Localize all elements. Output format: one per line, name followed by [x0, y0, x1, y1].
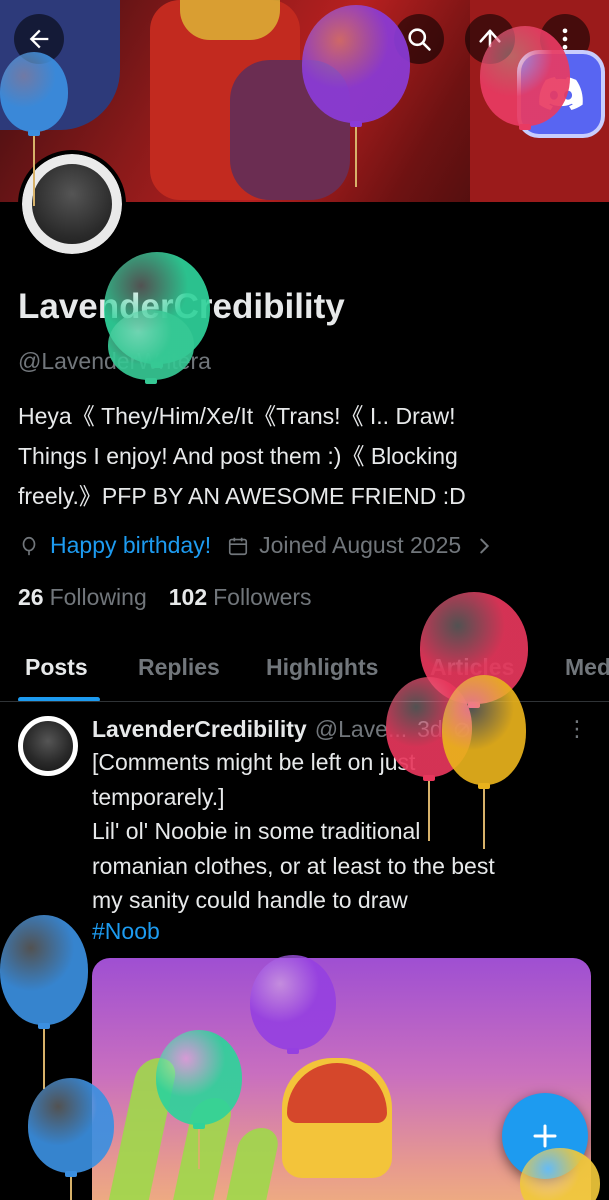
balloon-icon: [18, 535, 40, 557]
back-button[interactable]: [14, 14, 64, 64]
tab-replies[interactable]: Replies: [138, 654, 220, 681]
profile-avatar[interactable]: [18, 150, 126, 258]
chevron-right-icon[interactable]: [473, 535, 495, 557]
discord-floating-button[interactable]: [521, 54, 601, 134]
post-header: LavenderCredibility @Lave... 3d: [92, 716, 473, 743]
banner-art: [0, 0, 120, 130]
following-count[interactable]: 26: [18, 584, 44, 611]
profile-meta: Happy birthday! Joined August 2025: [18, 532, 495, 559]
followers-count[interactable]: 102: [169, 584, 207, 611]
plus-icon: [533, 1124, 557, 1148]
arrow-left-icon: [29, 29, 49, 49]
profile-display-name: LavenderCredibility: [18, 287, 345, 326]
banner-art: [230, 60, 350, 200]
profile-tabs: Posts Replies Highlights Articles Media: [0, 640, 609, 702]
followers-label[interactable]: Followers: [213, 584, 311, 611]
compose-button[interactable]: [502, 1093, 588, 1179]
calendar-icon: [227, 535, 249, 557]
post-avatar[interactable]: [18, 716, 78, 776]
post-text: [Comments might be left on just temporar…: [92, 749, 495, 913]
active-tab-indicator: [18, 697, 100, 701]
profile-handle: @LavenderWritera: [18, 348, 211, 374]
profile-bio: Heya《 They/Him/Xe/It《Trans!《 I.. Draw! T…: [18, 403, 466, 509]
following-label[interactable]: Following: [50, 584, 147, 611]
tab-posts[interactable]: Posts: [25, 654, 88, 681]
balloon-decoration: [0, 915, 88, 1091]
image-art: [169, 1098, 235, 1200]
post-more-icon[interactable]: ⋮: [566, 716, 588, 742]
image-art: [222, 1128, 282, 1200]
post-hashtag[interactable]: #Noob: [92, 918, 160, 945]
grok-icon[interactable]: [451, 719, 473, 741]
more-vertical-icon: [562, 28, 568, 50]
banner-art: [180, 0, 280, 40]
joined-date: Joined August 2025: [259, 532, 462, 558]
post-author-name[interactable]: LavenderCredibility: [92, 716, 307, 743]
search-button[interactable]: [394, 14, 444, 64]
share-icon: [479, 29, 501, 48]
post-time: 3d: [417, 716, 443, 742]
tab-highlights[interactable]: Highlights: [266, 654, 378, 681]
image-art: [104, 1058, 180, 1200]
tab-media[interactable]: Media: [565, 654, 609, 681]
discord-icon: [539, 77, 583, 111]
tab-articles[interactable]: Articles: [430, 654, 514, 681]
post-author-handle[interactable]: @Lave...: [315, 716, 407, 743]
share-button[interactable]: [465, 14, 515, 64]
follow-stats: 26 Following 102 Followers: [18, 584, 334, 611]
birthday-link[interactable]: Happy birthday!: [50, 532, 211, 559]
search-icon: [408, 28, 431, 51]
